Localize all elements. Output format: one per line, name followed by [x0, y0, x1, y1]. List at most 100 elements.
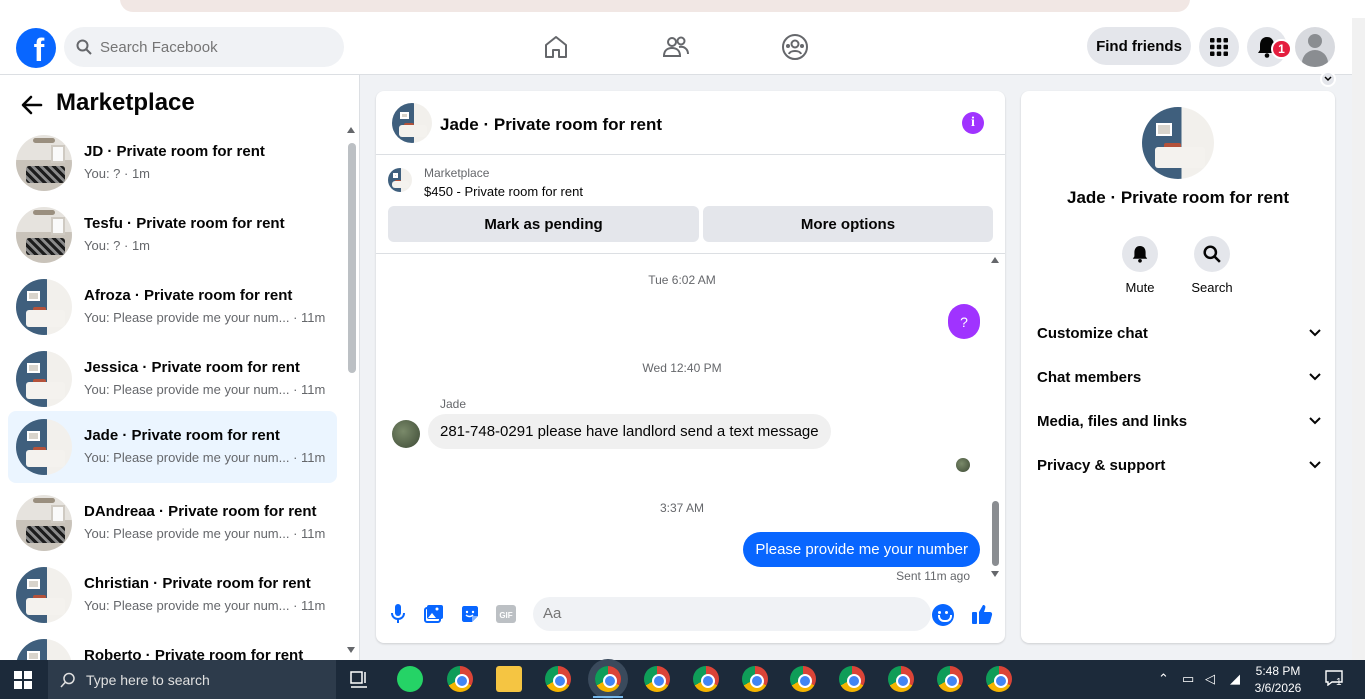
section-label: Media, files and links [1037, 412, 1188, 430]
sender-name: Jade [440, 397, 467, 411]
chrome-icon[interactable] [693, 666, 719, 692]
groups-icon[interactable] [780, 32, 810, 62]
message-composer[interactable] [533, 597, 931, 631]
conversation-item[interactable]: Tesfu · Private room for rent You: ? · 1… [8, 199, 337, 271]
menu-grid-icon[interactable] [1199, 27, 1239, 67]
conversation-name: Jessica · Private room for rent [84, 359, 300, 376]
windows-taskbar: Type here to search ⌃ ▭ ◁ ◢ 5:48 PM 3/6/… [0, 660, 1365, 699]
conversation-name: Jade · Private room for rent [84, 427, 280, 444]
chrome-icon-active[interactable] [595, 666, 621, 692]
chrome-icon[interactable] [839, 666, 865, 692]
photo-icon[interactable] [423, 603, 445, 625]
friends-icon[interactable] [661, 32, 691, 62]
media-files-links-section[interactable]: Media, files and links [1037, 406, 1321, 436]
scroll-down-icon[interactable] [991, 571, 999, 577]
outgoing-message[interactable]: ? [948, 304, 980, 339]
scroll-up-icon[interactable] [991, 257, 999, 263]
gif-icon[interactable]: GIF [495, 603, 517, 625]
task-view-icon[interactable] [350, 671, 370, 694]
message-timestamp: Tue 6:02 AM [648, 273, 716, 287]
chevron-down-icon [1309, 329, 1321, 337]
chat-scroll-thumb[interactable] [992, 501, 999, 566]
chat-title[interactable]: Jade · Private room for rent [440, 115, 662, 135]
chrome-icon[interactable] [986, 666, 1012, 692]
file-explorer-icon[interactable] [496, 666, 522, 692]
profile-avatar[interactable] [1295, 27, 1335, 67]
mute-label: Mute [1125, 280, 1155, 295]
marketplace-sidebar: Marketplace JD · Private room for rent Y… [0, 75, 360, 660]
emoji-icon[interactable] [932, 604, 954, 626]
windows-start-icon[interactable] [14, 671, 32, 689]
conversation-preview: You: Please provide me your num... · 11m [84, 450, 326, 465]
chrome-icon[interactable] [742, 666, 768, 692]
message-input[interactable] [543, 605, 903, 622]
bell-icon [1122, 236, 1158, 272]
mute-button[interactable]: Mute [1110, 236, 1170, 295]
chrome-icon[interactable] [937, 666, 963, 692]
find-friends-button[interactable]: Find friends [1087, 27, 1191, 65]
conversation-item[interactable]: DAndreaa · Private room for rent You: Pl… [8, 487, 337, 559]
conversation-preview: You: Please provide me your num... · 11m [84, 598, 326, 613]
chrome-icon[interactable] [644, 666, 670, 692]
search-input[interactable] [100, 38, 320, 56]
page-scrollbar[interactable] [1352, 18, 1365, 660]
listing-thumbnail [16, 135, 72, 191]
mark-as-pending-button[interactable]: Mark as pending [388, 206, 699, 242]
scroll-down-icon[interactable] [347, 647, 355, 653]
search-bar[interactable] [64, 27, 344, 67]
divider [376, 253, 1005, 254]
conversation-item[interactable]: JD · Private room for rent You: ? · 1m [8, 127, 337, 199]
sidebar-scroll-thumb[interactable] [348, 143, 356, 373]
conversation-item[interactable]: Jessica · Private room for rent You: Ple… [8, 343, 337, 415]
message-timestamp: Wed 12:40 PM [642, 361, 722, 375]
notification-center-icon[interactable]: 1 [1325, 670, 1345, 688]
listing-photo[interactable] [1142, 107, 1214, 179]
home-icon[interactable] [541, 32, 571, 62]
sent-status: Sent 11m ago [896, 569, 970, 583]
facebook-logo[interactable]: f [16, 28, 56, 68]
chevron-up-icon[interactable]: ⌃ [1158, 671, 1169, 687]
outgoing-message[interactable]: Please provide me your number [743, 532, 980, 567]
conversation-item-active[interactable]: Jade · Private room for rent You: Please… [8, 411, 337, 483]
scroll-up-icon[interactable] [347, 127, 355, 133]
customize-chat-section[interactable]: Customize chat [1037, 318, 1321, 348]
whatsapp-icon[interactable] [397, 666, 423, 692]
chrome-icon[interactable] [447, 666, 473, 692]
taskbar-search[interactable]: Type here to search [48, 660, 336, 699]
conversation-item[interactable]: Christian · Private room for rent You: P… [8, 559, 337, 631]
conversation-item[interactable]: Afroza · Private room for rent You: Plea… [8, 271, 337, 343]
thumbs-up-icon[interactable] [971, 603, 993, 625]
search-icon [60, 672, 75, 688]
chevron-down-icon [1309, 373, 1321, 381]
notification-center-count: 1 [1336, 677, 1342, 688]
search-conversation-button[interactable]: Search [1182, 236, 1242, 295]
chat-avatar[interactable] [392, 103, 432, 143]
privacy-support-section[interactable]: Privacy & support [1037, 450, 1321, 480]
listing-thumbnail[interactable] [388, 168, 412, 192]
conversation-name: Tesfu · Private room for rent [84, 215, 285, 232]
chevron-down-icon[interactable] [1320, 71, 1336, 87]
volume-icon[interactable]: ◁ [1205, 671, 1215, 687]
search-icon [76, 39, 92, 55]
conversation-item[interactable]: Roberto · Private room for rent [8, 631, 337, 660]
battery-icon[interactable]: ▭ [1182, 671, 1194, 687]
system-clock[interactable]: 5:48 PM 3/6/2026 [1248, 663, 1308, 697]
wifi-icon[interactable]: ◢ [1230, 671, 1240, 687]
sidebar-title: Marketplace [56, 89, 195, 116]
microphone-icon[interactable] [387, 603, 409, 625]
chat-members-section[interactable]: Chat members [1037, 362, 1321, 392]
more-options-button[interactable]: More options [703, 206, 993, 242]
conversation-name: Christian · Private room for rent [84, 575, 311, 592]
listing-summary[interactable]: $450 - Private room for rent [424, 184, 583, 199]
chrome-icon[interactable] [790, 666, 816, 692]
chrome-icon[interactable] [545, 666, 571, 692]
chat-panel: Jade · Private room for rent i Marketpla… [376, 91, 1005, 643]
back-arrow-icon[interactable] [20, 93, 44, 117]
info-icon[interactable]: i [962, 112, 984, 134]
sticker-icon[interactable] [459, 603, 481, 625]
sender-avatar[interactable] [392, 420, 420, 448]
listing-thumbnail [16, 419, 72, 475]
address-bar[interactable] [120, 0, 1190, 12]
chrome-icon[interactable] [888, 666, 914, 692]
incoming-message[interactable]: 281-748-0291 please have landlord send a… [428, 414, 831, 449]
